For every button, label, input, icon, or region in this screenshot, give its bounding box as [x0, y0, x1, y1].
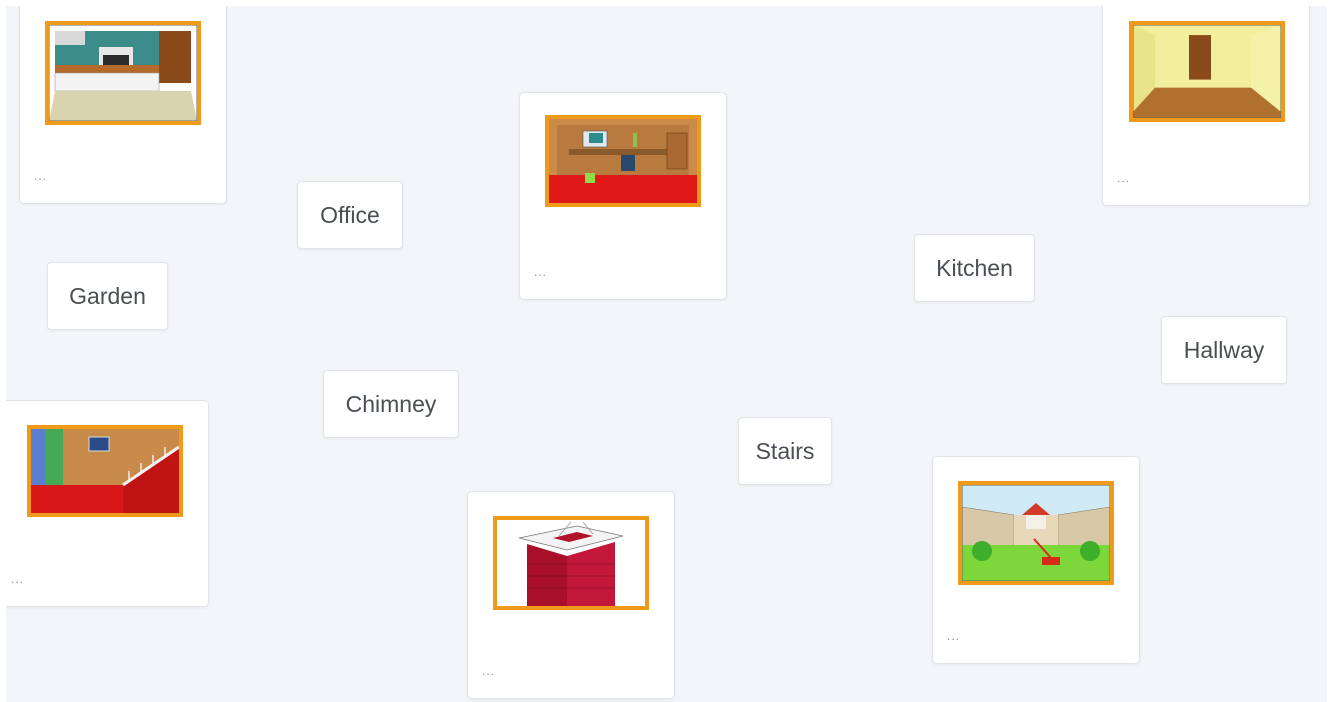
picture-frame	[493, 516, 649, 610]
image-card-hallway[interactable]: ...	[1102, 6, 1310, 206]
image-card-stairs[interactable]: ...	[6, 400, 209, 607]
card-menu-button[interactable]: ...	[1117, 171, 1130, 185]
word-label-chimney[interactable]: Chimney	[323, 370, 459, 438]
image-card-kitchen[interactable]: ...	[19, 6, 227, 204]
image-card-garden[interactable]: ...	[932, 456, 1140, 664]
word-label-garden[interactable]: Garden	[47, 262, 168, 330]
image-card-office[interactable]: ...	[519, 92, 727, 300]
office-scene-icon	[549, 119, 697, 203]
picture-frame	[958, 481, 1114, 585]
card-menu-button[interactable]: ...	[534, 265, 547, 279]
word-label-kitchen[interactable]: Kitchen	[914, 234, 1035, 302]
stairs-scene-icon	[31, 429, 179, 513]
word-label-stairs[interactable]: Stairs	[738, 417, 832, 485]
picture-frame	[45, 21, 201, 125]
picture-frame	[1129, 21, 1285, 122]
picture-frame	[27, 425, 183, 517]
card-menu-button[interactable]: ...	[11, 572, 24, 586]
card-menu-button[interactable]: ...	[947, 629, 960, 643]
kitchen-scene-icon	[49, 25, 197, 121]
garden-scene-icon	[962, 485, 1110, 581]
image-card-chimney[interactable]: ...	[467, 491, 675, 699]
chimney-scene-icon	[497, 520, 645, 606]
word-label-office[interactable]: Office	[297, 181, 403, 249]
word-label-hallway[interactable]: Hallway	[1161, 316, 1287, 384]
picture-frame	[545, 115, 701, 207]
card-menu-button[interactable]: ...	[34, 169, 47, 183]
card-menu-button[interactable]: ...	[482, 664, 495, 678]
hallway-scene-icon	[1133, 25, 1281, 118]
matching-board: ... ... ... ... ... ... Office Garden Ki…	[6, 6, 1327, 702]
